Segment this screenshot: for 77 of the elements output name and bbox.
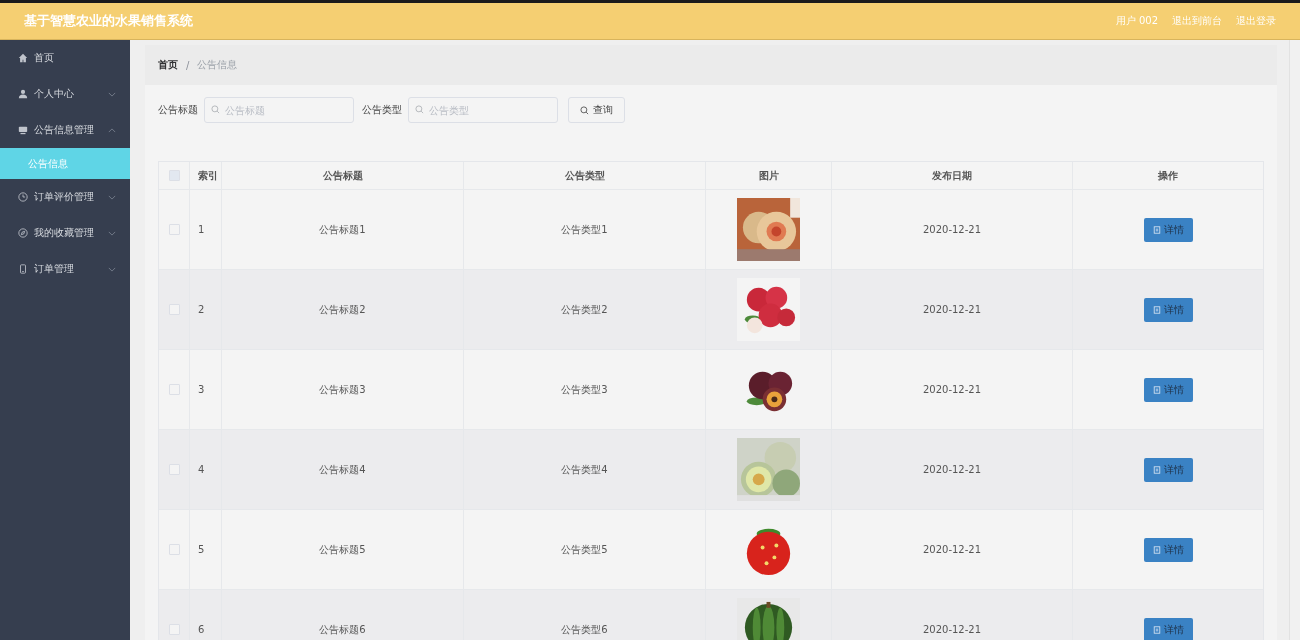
table-cell: 公告类型6 <box>561 622 608 637</box>
table-cell: 5 <box>198 544 205 555</box>
details-button[interactable]: 详情 <box>1143 457 1193 482</box>
sidebar-item[interactable]: 公告信息管理 <box>0 112 130 148</box>
breadcrumb-link[interactable]: 首页 <box>158 58 178 72</box>
search-icon <box>580 105 589 115</box>
select-all-checkbox[interactable] <box>168 170 180 181</box>
table-cell: 公告标题3 <box>319 382 366 397</box>
details-button[interactable]: 详情 <box>1143 217 1193 242</box>
phone-icon <box>18 264 28 274</box>
row-checkbox[interactable] <box>168 464 180 475</box>
table-cell: 6 <box>198 624 205 635</box>
chevron-icon <box>108 194 116 200</box>
row-checkbox[interactable] <box>168 624 180 635</box>
table-cell: 公告类型2 <box>561 302 608 317</box>
row-checkbox[interactable] <box>168 544 180 555</box>
sidebar-subitem[interactable]: 公告信息 <box>0 148 130 179</box>
table-cell: 公告标题6 <box>319 622 366 637</box>
breadcrumb-link[interactable]: 公告信息 <box>197 58 238 72</box>
sidebar-item[interactable]: 订单管理 <box>0 251 130 287</box>
search-icon <box>211 105 220 114</box>
row-checkbox[interactable] <box>168 224 180 235</box>
row-checkbox[interactable] <box>168 384 180 395</box>
chevron-icon <box>108 127 116 133</box>
home-icon <box>18 53 28 63</box>
table-cell: 2020-12-21 <box>922 384 982 395</box>
details-button[interactable]: 详情 <box>1143 377 1193 402</box>
table-cell: 3 <box>198 384 205 395</box>
column-header: 发布日期 <box>932 168 972 183</box>
document-icon <box>1152 225 1161 234</box>
sidebar-item[interactable]: 订单评价管理 <box>0 179 130 215</box>
table-cell: 公告类型4 <box>561 462 608 477</box>
compass-icon <box>18 228 28 238</box>
details-button[interactable]: 详情 <box>1143 297 1193 322</box>
chevron-icon <box>108 266 116 272</box>
breadcrumb-separator: / <box>186 59 190 71</box>
table-cell: 2 <box>198 304 205 315</box>
user-icon <box>18 89 28 99</box>
chevron-icon <box>108 230 116 236</box>
table-cell: 公告标题5 <box>319 542 366 557</box>
row-checkbox[interactable] <box>168 304 180 315</box>
sidebar-item[interactable]: 个人中心 <box>0 76 130 112</box>
table-cell: 2020-12-21 <box>922 304 982 315</box>
table-cell: 公告类型1 <box>561 222 608 237</box>
table-cell: 2020-12-21 <box>922 224 982 235</box>
monitor-icon <box>18 125 28 135</box>
details-button[interactable]: 详情 <box>1143 537 1193 562</box>
document-icon <box>1152 545 1161 554</box>
column-header: 索引 <box>198 168 218 183</box>
filter-label: 公告标题 <box>158 103 198 117</box>
table-cell: 公告标题1 <box>319 222 366 237</box>
app-title: 基于智慧农业的水果销售系统 <box>24 12 193 30</box>
search-icon <box>415 105 424 114</box>
search-button[interactable]: 查询 <box>568 97 625 123</box>
details-button[interactable]: 详情 <box>1143 617 1193 640</box>
sidebar-item[interactable]: 我的收藏管理 <box>0 215 130 251</box>
table-cell: 2020-12-21 <box>922 464 982 475</box>
column-header: 公告标题 <box>322 168 363 183</box>
document-icon <box>1152 305 1161 314</box>
table-cell: 公告类型3 <box>561 382 608 397</box>
chevron-icon <box>108 91 116 97</box>
table-cell: 1 <box>198 224 205 235</box>
sidebar-item[interactable]: 首页 <box>0 40 130 76</box>
table-cell: 2020-12-21 <box>922 544 982 555</box>
column-header: 操作 <box>1158 168 1178 183</box>
table-cell: 公告类型5 <box>561 542 608 557</box>
table-cell: 2020-12-21 <box>922 624 982 635</box>
clock-icon <box>18 192 28 202</box>
document-icon <box>1152 625 1161 634</box>
document-icon <box>1152 465 1161 474</box>
table-cell: 公告标题4 <box>319 462 366 477</box>
table-cell: 4 <box>198 464 205 475</box>
column-header: 公告类型 <box>564 168 605 183</box>
document-icon <box>1152 385 1161 394</box>
column-header: 图片 <box>758 168 779 183</box>
table-cell: 公告标题2 <box>319 302 366 317</box>
filter-label: 公告类型 <box>362 103 402 117</box>
